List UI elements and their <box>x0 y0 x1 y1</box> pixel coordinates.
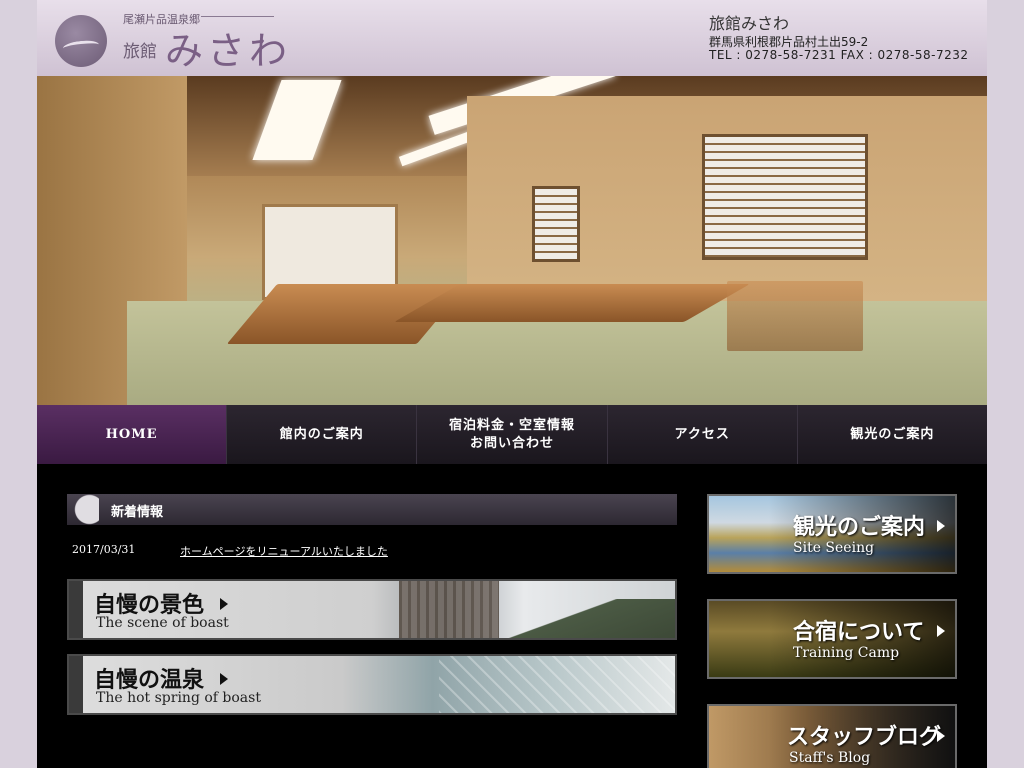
hero-step-shelf <box>727 281 863 351</box>
arrow-right-icon <box>937 520 945 532</box>
side-sightseeing-title: 観光のご案内 <box>793 514 926 540</box>
boast-hotspring-subtitle: The hot spring of boast <box>96 690 261 706</box>
nav-sightseeing[interactable]: 観光のご案内 <box>797 405 987 464</box>
logo-divider <box>201 16 274 17</box>
side-staff-blog-subtitle: Staff's Blog <box>789 750 871 766</box>
inn-phone-fax: TEL : 0278-58-7231 FAX : 0278-58-7232 <box>709 48 969 62</box>
boast-scenery-banner[interactable]: 自慢の景色 The scene of boast <box>67 579 677 640</box>
hero-banquet-hall-image <box>37 76 987 405</box>
site-header: 尾瀬片品温泉郷 旅館 みさわ 旅館みさわ 群馬県利根郡片品村土出59-2 TEL… <box>37 0 987 76</box>
side-staff-blog-banner[interactable]: スタッフブログ Staff's Blog <box>707 704 957 768</box>
news-link[interactable]: ホームページをリニューアルいたしました <box>180 543 388 559</box>
trees-image <box>399 581 499 638</box>
side-training-camp-subtitle: Training Camp <box>793 645 900 661</box>
arrow-right-icon <box>220 673 228 685</box>
logo-mark-icon[interactable] <box>55 15 107 67</box>
side-sightseeing-banner[interactable]: 観光のご案内 Site Seeing <box>707 494 957 574</box>
nav-rates-availability-contact[interactable]: 宿泊料金・空室情報 お問い合わせ <box>417 405 608 464</box>
boast-scenery-subtitle: The scene of boast <box>96 615 229 631</box>
mountain-image <box>499 599 675 638</box>
arrow-right-icon <box>937 625 945 637</box>
side-sightseeing-subtitle: Site Seeing <box>793 540 875 556</box>
nav-home[interactable]: HOME <box>37 405 228 464</box>
main-nav: HOME 館内のご案内 宿泊料金・空室情報 お問い合わせ アクセス 観光のご案内 <box>37 405 987 464</box>
nav-facility-guide[interactable]: 館内のご案内 <box>227 405 418 464</box>
page: 尾瀬片品温泉郷 旅館 みさわ 旅館みさわ 群馬県利根郡片品村土出59-2 TEL… <box>37 0 987 768</box>
side-staff-blog-title: スタッフブログ <box>787 724 942 750</box>
bath-tile-image <box>439 656 675 713</box>
nav-access[interactable]: アクセス <box>607 405 798 464</box>
news-circle-icon <box>67 494 99 525</box>
hero-shoji-window <box>702 134 868 260</box>
news-header: 新着情報 <box>67 494 677 525</box>
logo-name[interactable]: みさわ <box>165 20 291 75</box>
news-title: 新着情報 <box>111 505 164 520</box>
boast-hotspring-banner[interactable]: 自慢の温泉 The hot spring of boast <box>67 654 677 715</box>
side-training-camp-banner[interactable]: 合宿について Training Camp <box>707 599 957 679</box>
arrow-right-icon <box>220 598 228 610</box>
news-date: 2017/03/31 <box>72 543 136 556</box>
side-training-camp-title: 合宿について <box>793 619 925 645</box>
arrow-right-icon <box>937 730 945 742</box>
hero-shoji-window <box>532 186 580 262</box>
banner-side-bar <box>69 581 83 638</box>
logo-ryokan-label: 旅館 <box>123 42 157 62</box>
banner-side-bar <box>69 656 83 713</box>
inn-name: 旅館みさわ <box>709 14 790 33</box>
